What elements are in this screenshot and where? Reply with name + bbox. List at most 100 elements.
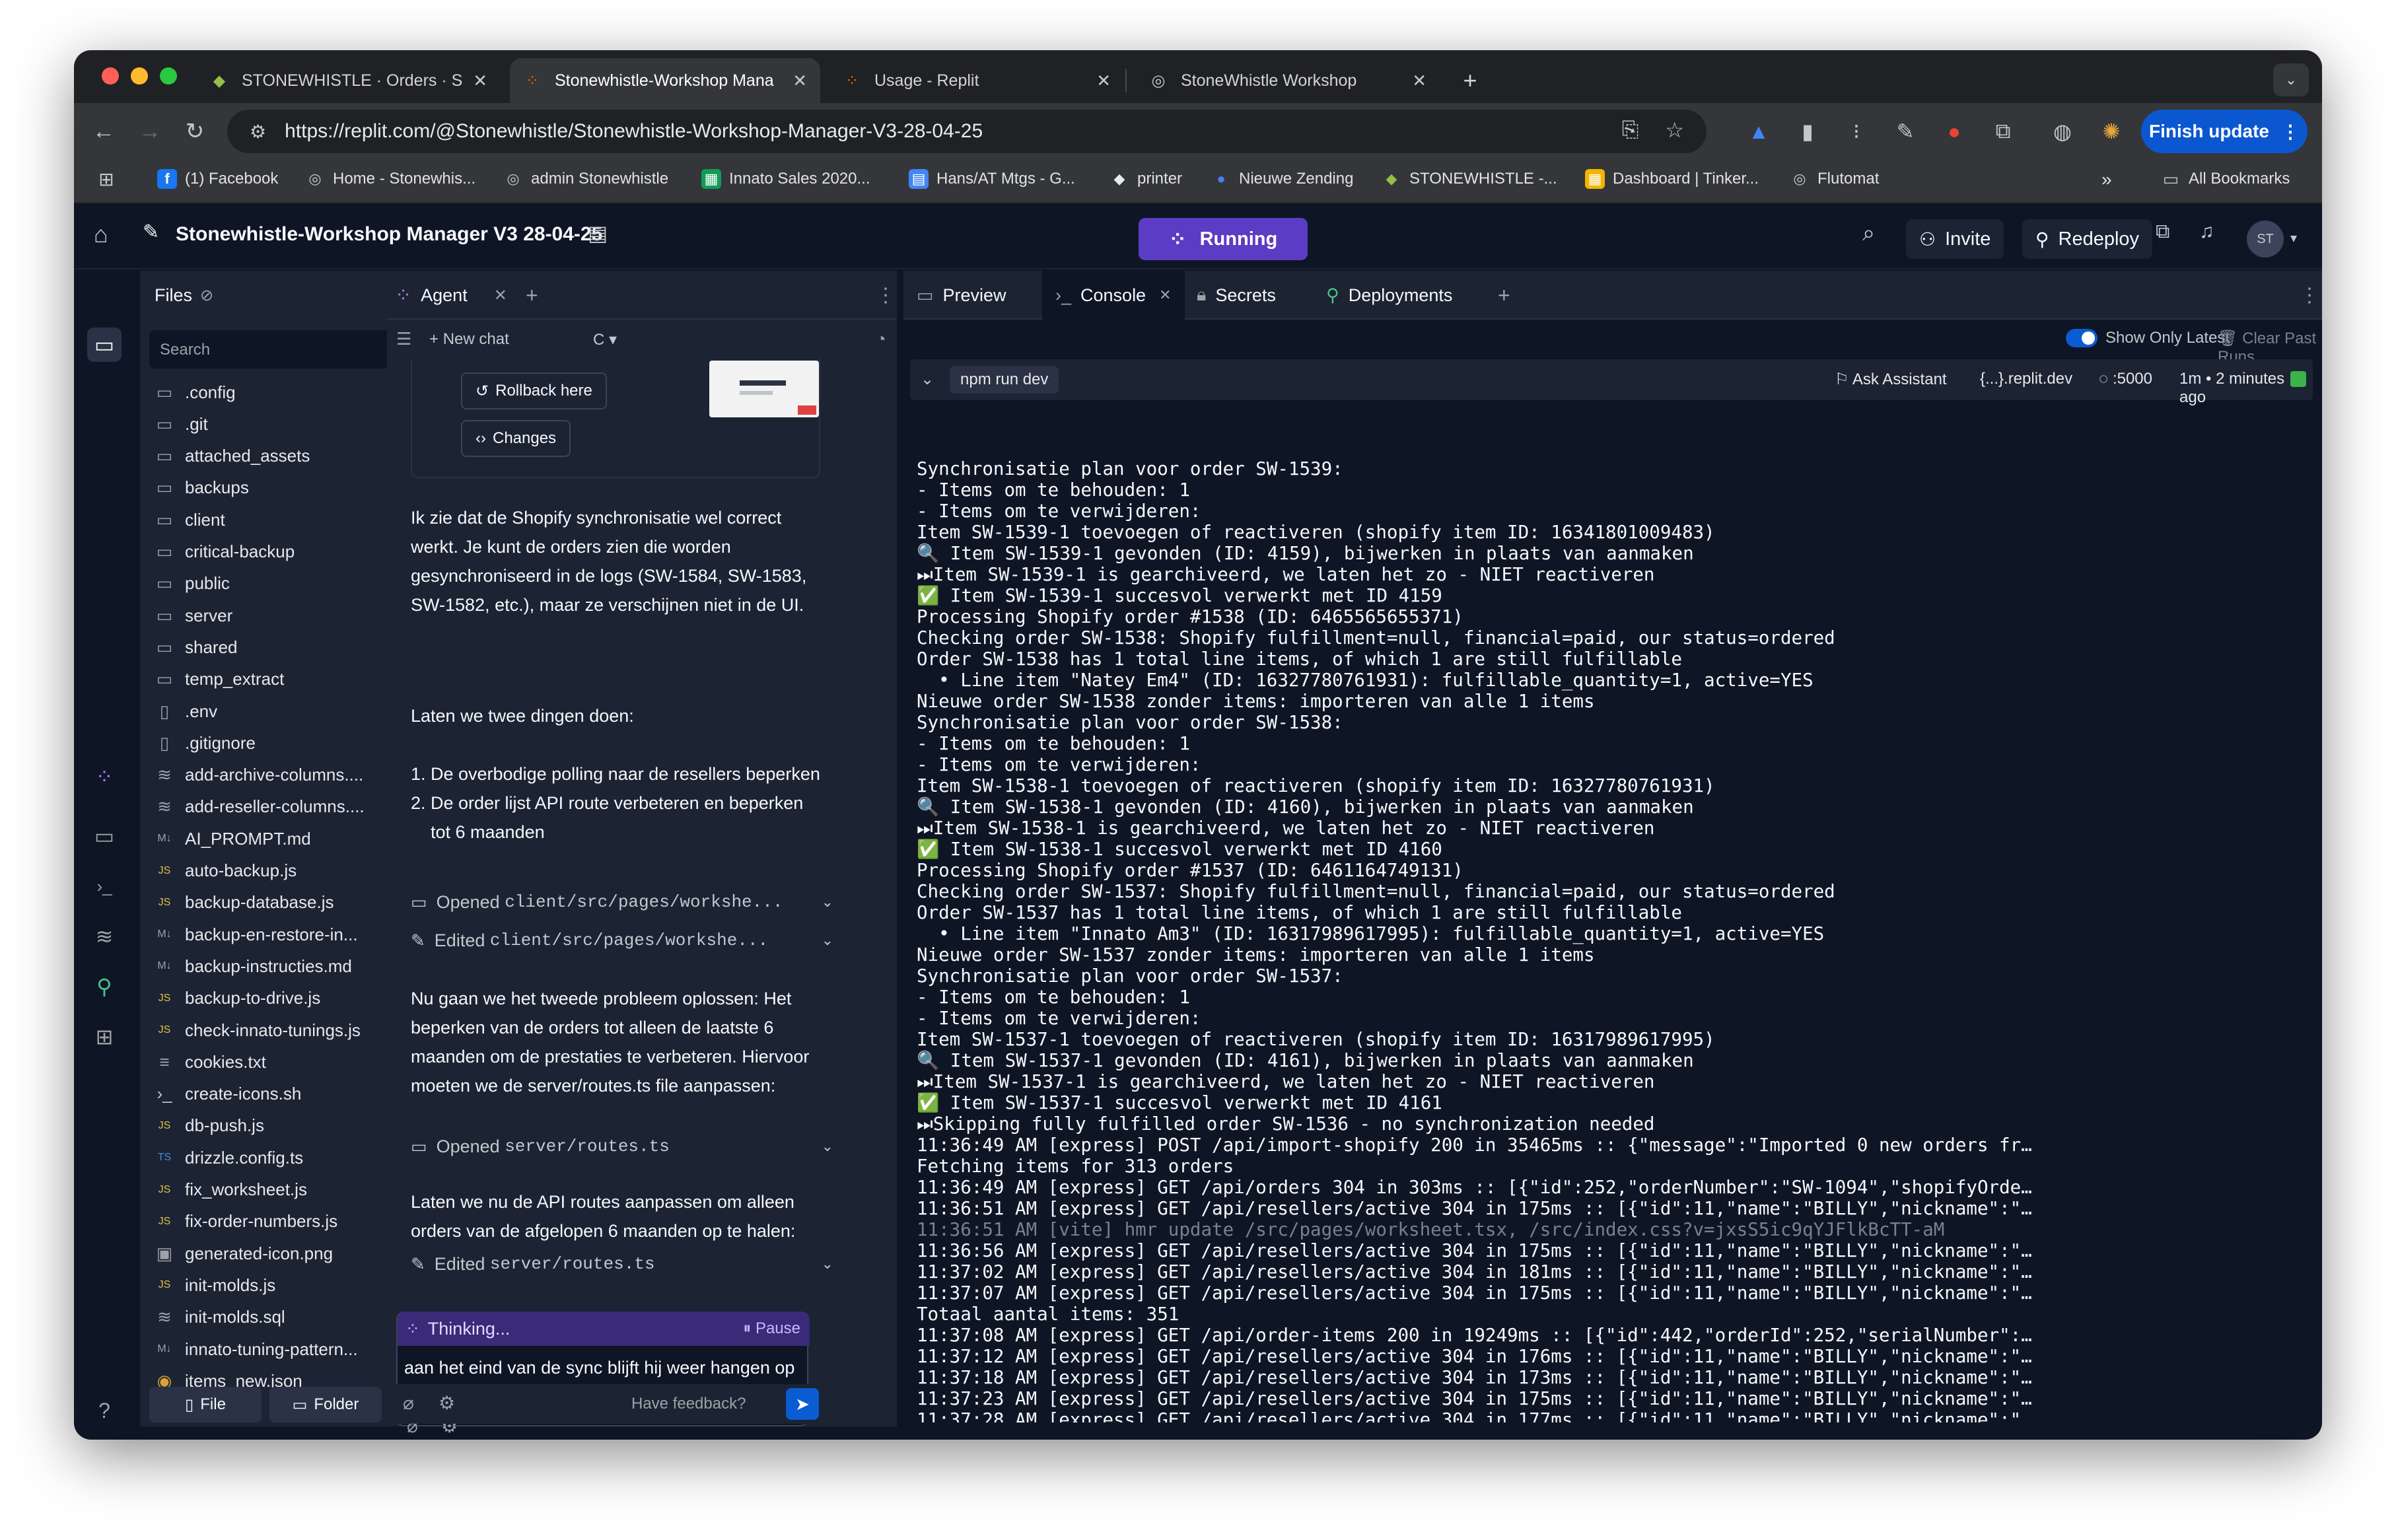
help-icon[interactable]: ? [87,1393,122,1428]
file-tree-item[interactable]: ▭ backups [140,472,249,504]
site-settings-icon[interactable]: ⚙ [250,121,266,143]
file-tree-item[interactable]: TS drizzle.config.ts [140,1142,303,1173]
file-tree-item[interactable]: M↓ backup-en-restore-in... [140,919,357,950]
file-tree-item[interactable]: M↓ innato-tuning-pattern... [140,1333,357,1365]
console-panel-icon[interactable]: ›_ [87,869,122,903]
project-info-icon[interactable]: ▤ [588,221,608,246]
file-tree-item[interactable]: ▭ critical-backup [140,536,295,568]
install-app-icon[interactable]: ⎘ [1622,118,1639,143]
new-file-button[interactable]: ▯ File [149,1387,262,1422]
bookmark-star-icon[interactable]: ☆ [1665,118,1684,143]
file-tree-item[interactable]: ▭ temp_extract [140,664,285,695]
new-tab-button[interactable]: + [1449,58,1491,103]
extension-dots-icon[interactable]: ⁝ [1843,118,1870,145]
deployment-window-icon[interactable]: ⧉ [2156,221,2169,243]
browser-tab-workshop-manager[interactable]: ⁘ Stonewhistle-Workshop Mana ✕ [510,58,820,103]
record-icon[interactable]: ● [1940,118,1968,145]
close-tab-icon[interactable]: ✕ [1159,287,1171,304]
close-tab-icon[interactable]: ✕ [1412,71,1427,91]
console-output[interactable]: Synchronisatie plan voor order SW-1539: -… [917,458,2310,1422]
file-tree-item[interactable]: JS backup-to-drive.js [140,983,321,1014]
agent-panel-icon[interactable]: ⁘ [87,759,122,794]
bookmark-hans-mtgs[interactable]: ▤ Hans/AT Mtgs - G... [909,169,1075,189]
file-tree-item[interactable]: JS db-push.js [140,1110,264,1142]
new-folder-button[interactable]: ▭ Folder [269,1387,382,1422]
new-chat-button[interactable]: + New chat [429,330,509,349]
workspace-menu-icon[interactable]: ⋮ [2300,271,2319,320]
action-opened-file[interactable]: ▭ Opened server/routes.ts ⌄ [411,1129,833,1164]
file-tree-item[interactable]: ≋ add-archive-columns.... [140,759,363,791]
project-title[interactable]: Stonewhistle-Workshop Manager V3 28-04-2… [176,223,602,246]
close-tab-icon[interactable]: ✕ [473,71,487,91]
close-tab-icon[interactable]: ✕ [793,71,807,91]
speed-gauge-icon[interactable]: ◔ [876,329,886,349]
all-bookmarks[interactable]: ▭ All Bookmarks [2161,169,2290,189]
paperclip-icon[interactable]: ⌀ [403,1392,414,1414]
file-tree-item[interactable]: ▭ server [140,600,233,631]
all-tools-grid-icon[interactable]: ⊞ [87,1020,122,1054]
pause-button[interactable]: ⏸ Pause [743,1319,800,1338]
bookmark-printer[interactable]: ◆ printer [1110,169,1183,189]
file-tree-item[interactable]: ▭ shared [140,631,238,663]
action-edited-file[interactable]: ✎ Edited server/routes.ts ⌄ [411,1247,833,1281]
tab-agent[interactable]: ⁘ Agent ✕ [395,271,507,320]
model-selector[interactable]: C ▾ [593,330,617,349]
tab-secrets[interactable]: 🔒︎ Secrets [1197,271,1276,320]
bookmark-home-stonewhistle[interactable]: ◎ Home - Stonewhis... [305,169,476,189]
feedback-link[interactable]: Have feedback? [631,1395,746,1413]
close-tab-icon[interactable]: ✕ [1096,71,1111,91]
more-bookmarks-icon[interactable]: » [2101,169,2112,190]
deployments-icon[interactable]: ⚲ [87,969,122,1004]
show-only-latest-toggle[interactable] [2066,329,2097,347]
file-tree-item[interactable]: JS fix-order-numbers.js [140,1206,338,1238]
add-tab-icon[interactable]: + [526,271,538,320]
bookmark-dashboard-tinker[interactable]: ▦ Dashboard | Tinker... [1585,169,1759,189]
file-tree-item[interactable]: ▣ generated-icon.png [140,1238,333,1269]
media-control-icon[interactable]: ◍ [2049,118,2076,145]
chevron-down-icon[interactable]: ⌄ [921,370,934,389]
action-edited-file[interactable]: ✎ Edited client/src/pages/workshe... ⌄ [411,923,833,958]
action-opened-file[interactable]: ▭ Opened client/src/pages/workshe... ⌄ [411,885,833,919]
gear-icon[interactable]: ⚙ [439,1392,455,1414]
search-icon[interactable]: ⌕ [1862,221,1875,246]
file-tree-item[interactable]: ›_ create-icons.sh [140,1078,301,1110]
file-tree-item[interactable]: JS init-molds.js [140,1269,276,1301]
file-tree-item[interactable]: ≡ cookies.txt [140,1046,265,1078]
changes-button[interactable]: ‹› Changes [461,420,571,457]
google-drive-icon[interactable]: ▲ [1745,118,1773,145]
tab-preview[interactable]: ▭ Preview [917,271,1006,320]
browser-tab-orders[interactable]: ◆ STONEWHISTLE · Orders · Sh ✕ [197,58,501,103]
file-tree-item[interactable]: M↓ AI_PROMPT.md [140,823,310,855]
file-tree-item[interactable]: ▭ public [140,568,230,600]
invite-button[interactable]: ⚇ Invite [1906,219,2004,259]
url-text[interactable]: https://replit.com/@Stonewhistle/Stonewh… [285,120,983,143]
add-tab-icon[interactable]: + [1498,271,1510,320]
bookmark-flutomat[interactable]: ◎ Flutomat [1790,169,1879,189]
file-tree-item[interactable]: ≋ init-molds.sql [140,1302,285,1333]
run-status-button[interactable]: ⁘ Running [1139,218,1308,260]
close-window-button[interactable] [102,67,119,85]
file-tree-item[interactable]: JS auto-backup.js [140,855,297,887]
file-tree-item[interactable]: JS fix_worksheet.js [140,1174,307,1206]
dev-domain[interactable]: {...}.replit.dev [1980,370,2072,388]
reload-icon[interactable]: ↻ [178,115,211,148]
profile-avatar-icon[interactable]: ✺ [2097,118,2125,145]
file-tree-item[interactable]: ≋ add-reseller-columns.... [140,791,365,823]
chat-history-icon[interactable]: ☰ [396,329,411,349]
bookmark-nieuwe-zending[interactable]: ● Nieuwe Zending [1211,169,1353,189]
finish-update-button[interactable]: Finish update ⋮ [2141,110,2308,153]
screenshot-thumbnail[interactable] [709,361,819,417]
rollback-button[interactable]: ↺ Rollback here [461,372,607,409]
bookmark-stonewhistle-shop[interactable]: ◆ STONEWHISTLE -... [1382,169,1557,189]
send-icon[interactable]: ➤ [786,1388,819,1420]
address-bar[interactable]: ⚙ https://replit.com/@Stonewhistle/Stone… [227,110,1707,153]
redeploy-button[interactable]: ⚲ Redeploy [2022,219,2153,259]
forward-icon[interactable]: → [133,115,166,148]
agent-menu-icon[interactable]: ⋮ [876,271,896,320]
file-tree-item[interactable]: JS check-innato-tunings.js [140,1014,361,1046]
browser-tab-usage[interactable]: ⁘ Usage - Replit ✕ [829,58,1124,103]
tab-search-button[interactable]: ⌄ [2273,63,2309,96]
preview-panel-icon[interactable]: ▭ [87,819,122,853]
file-tree-item[interactable]: ▯ .gitignore [140,727,256,759]
tab-deployments[interactable]: ⚲ Deployments [1326,271,1452,320]
